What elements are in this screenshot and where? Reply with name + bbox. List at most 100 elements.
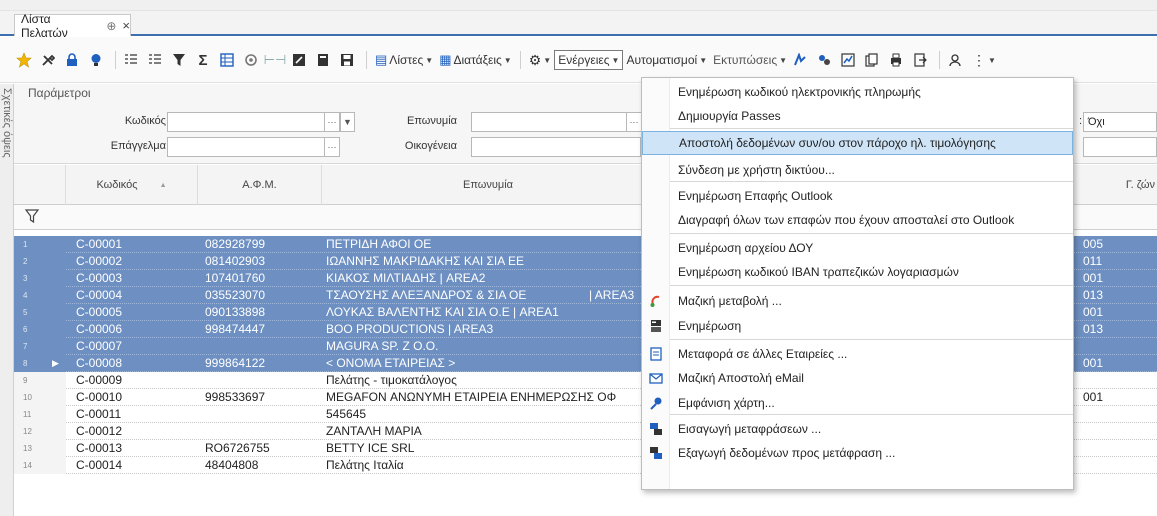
menu-item-label: Ενημέρωση αρχείου ΔΟΥ <box>678 241 814 255</box>
afm-cell: RO6726755 <box>205 441 270 455</box>
actions-menu-button[interactable]: Ενέργειες ▼ <box>554 50 624 70</box>
menu-item[interactable]: Ενημέρωση Επαφής Outlook <box>642 184 1073 208</box>
collapse-rows-icon[interactable] <box>145 50 165 70</box>
menu-item-label: Σύνδεση με χρήστη δικτύου... <box>678 163 835 177</box>
document-tab-bar: Λίστα Πελατών ⊕ × <box>0 11 1157 40</box>
lists-menu-button[interactable]: ▤ Λίστες ▼ <box>372 50 436 70</box>
orders-menu-button[interactable]: ▦ Διατάξεις ▼ <box>436 50 515 70</box>
menu-item[interactable]: Ενημέρωση <box>642 314 1073 338</box>
gz-cell <box>1083 406 1153 423</box>
code-dropdown-button[interactable]: ▼ <box>340 112 355 132</box>
column-header-name[interactable]: Επωνυμία <box>322 165 655 205</box>
code-cell: C-00013 <box>76 441 123 455</box>
menu-item[interactable]: Μεταφορά σε άλλες Εταιρείες ... <box>642 342 1073 366</box>
afm-cell: 998533697 <box>205 390 266 404</box>
gz-cell: 005 <box>1083 237 1104 251</box>
menu-item[interactable]: Ενημέρωση κωδικού ηλεκτρονικής πληρωμής <box>642 80 1073 104</box>
calculator-icon[interactable] <box>313 50 333 70</box>
menu-item-label: Μαζική Αποστολή eMail <box>678 371 804 385</box>
gz-cell <box>1083 338 1153 355</box>
chevron-down-icon: ▼ <box>699 55 708 65</box>
more-options-button[interactable]: ⋮ ▼ <box>969 50 999 70</box>
menu-item[interactable]: Αποστολή δεδομένων συν/ου στον πάροχο ηλ… <box>642 131 1073 155</box>
menu-item[interactable]: Ενημέρωση αρχείου ΔΟΥ <box>642 236 1073 260</box>
prints-menu-button[interactable]: Εκτυπώσεις ▼ <box>710 50 790 70</box>
print-icon[interactable] <box>886 50 906 70</box>
menu-item[interactable]: Εισαγωγή μεταφράσεων ... <box>642 417 1073 441</box>
menu-item-label: Ενημέρωση κωδικού ηλεκτρονικής πληρωμής <box>678 85 921 99</box>
menu-item-label: Αποστολή δεδομένων συν/ου στον πάροχο ηλ… <box>679 136 996 150</box>
name-label: Επωνυμία <box>406 115 457 127</box>
code-cell: C-00014 <box>76 458 123 472</box>
orders-icon: ▦ <box>439 52 452 67</box>
edit-box-icon[interactable] <box>289 50 309 70</box>
menu-item[interactable]: Διαγραφή όλων των επαφών που έχουν αποστ… <box>642 208 1073 232</box>
column-header-code[interactable]: Κωδικός ▲ <box>66 165 198 205</box>
sum-icon[interactable]: Σ <box>193 50 213 70</box>
right-select-field[interactable]: Όχι <box>1083 112 1157 132</box>
menu-item[interactable]: Δημιουργία Passes <box>642 104 1073 128</box>
prints-label: Εκτυπώσεις <box>713 53 778 67</box>
report-icon[interactable] <box>790 50 810 70</box>
export-icon[interactable] <box>910 50 930 70</box>
menu-item[interactable]: Εξαγωγή δεδομένων προς μετάφραση ... <box>642 441 1073 465</box>
related-views-sidebar[interactable]: Σχετικές όψεις <box>0 84 14 516</box>
lists-label: Λίστες <box>389 53 424 67</box>
settings-menu-button[interactable]: ⚙ ▼ <box>526 50 554 70</box>
menu-item[interactable]: Σύνδεση με χρήστη δικτύου... <box>642 158 1073 182</box>
profession-lookup-button[interactable]: ··· <box>325 137 340 157</box>
afm-cell <box>205 423 325 440</box>
column-header-gz-label: Γ. ζών <box>1125 179 1155 191</box>
menu-item[interactable]: Μαζική μεταβολή ... <box>642 289 1073 313</box>
gz-cell <box>1083 457 1153 474</box>
menu-item-icon-slot <box>642 260 670 284</box>
menu-item-icon-slot <box>642 80 670 104</box>
lightbulb-icon[interactable] <box>86 50 106 70</box>
transfer-icon <box>642 342 670 366</box>
afm-cell: 107401760 <box>205 271 266 285</box>
family-field[interactable] <box>471 137 641 157</box>
menu-item[interactable]: Μαζική Αποστολή eMail <box>642 366 1073 390</box>
row-number-cell: 12 <box>14 423 66 440</box>
code-cell: C-00003 <box>76 271 123 285</box>
contacts-icon[interactable] <box>814 50 834 70</box>
column-header-afm-label: Α.Φ.Μ. <box>242 179 277 191</box>
tab-customer-list[interactable]: Λίστα Πελατών ⊕ × <box>14 12 131 40</box>
menu-item[interactable]: Εμφάνιση χάρτη... <box>642 391 1073 415</box>
grid-view-icon[interactable] <box>217 50 237 70</box>
chart-settings-icon[interactable] <box>241 50 261 70</box>
actions-dropdown-menu: Ενημέρωση κωδικού ηλεκτρονικής πληρωμής Δ… <box>641 77 1074 490</box>
lock-icon[interactable] <box>62 50 82 70</box>
chevron-down-icon: ▼ <box>503 55 512 65</box>
code-field[interactable] <box>167 112 325 132</box>
column-width-icon[interactable]: ⊢⊣ <box>264 50 287 70</box>
row-number-cell: 9 <box>14 372 66 389</box>
menu-item-label: Διαγραφή όλων των επαφών που έχουν αποστ… <box>678 213 1015 227</box>
code-lookup-button[interactable]: ··· <box>325 112 340 132</box>
row-number-cell: 14 <box>14 457 66 474</box>
menu-item-icon-slot <box>642 104 670 128</box>
right-input-field[interactable] <box>1083 137 1157 157</box>
menu-item-label: Ενημέρωση κωδικού IBAN τραπεζικών λογαρι… <box>678 265 959 279</box>
profession-field[interactable] <box>167 137 325 157</box>
filter-icon[interactable] <box>169 50 189 70</box>
automations-menu-button[interactable]: Αυτοματισμοί ▼ <box>623 50 710 70</box>
code-cell: C-00007 <box>76 339 123 353</box>
expand-rows-icon[interactable] <box>121 50 141 70</box>
name-lookup-button[interactable]: ··· <box>627 112 642 132</box>
code-label: Κωδικός <box>124 115 166 127</box>
toolbar-separator <box>939 51 941 69</box>
filter-funnel-icon[interactable] <box>24 209 40 226</box>
pin-icon[interactable]: ⊕ <box>106 19 116 33</box>
close-icon[interactable]: × <box>122 18 130 33</box>
menu-item[interactable]: Ενημέρωση κωδικού IBAN τραπεζικών λογαρι… <box>642 260 1073 284</box>
column-header-gz[interactable]: Γ. ζών <box>1074 165 1157 205</box>
user-settings-icon[interactable] <box>945 50 965 70</box>
copy-icon[interactable] <box>862 50 882 70</box>
name-field[interactable] <box>471 112 627 132</box>
favorite-star-icon[interactable] <box>14 50 34 70</box>
save-icon[interactable] <box>337 50 357 70</box>
tools-icon[interactable] <box>38 50 58 70</box>
analytics-icon[interactable] <box>838 50 858 70</box>
column-header-afm[interactable]: Α.Φ.Μ. <box>198 165 322 205</box>
